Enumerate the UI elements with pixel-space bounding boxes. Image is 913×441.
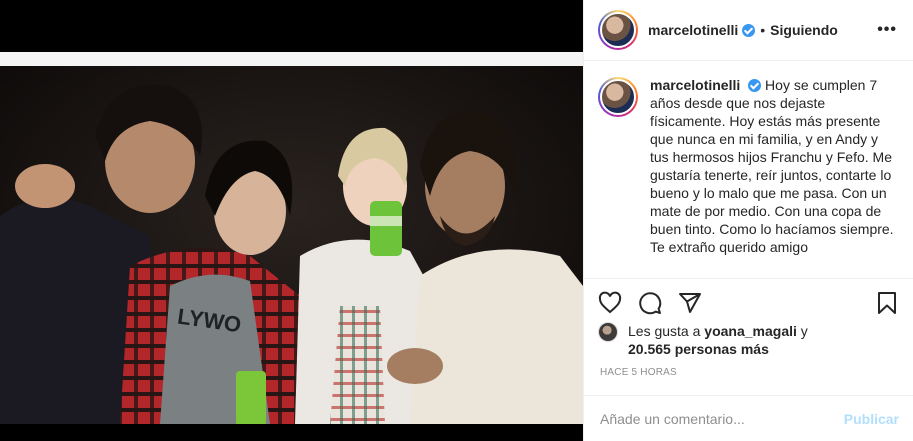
comment-input[interactable] bbox=[600, 410, 844, 427]
caption-area: marcelotinelli Hoy se cumplen 7 años des… bbox=[584, 61, 913, 277]
verified-icon bbox=[742, 23, 756, 37]
post-sidebar: marcelotinelli • Siguiendo ••• marceloti… bbox=[583, 0, 913, 441]
bookmark-icon[interactable] bbox=[875, 291, 899, 315]
share-icon[interactable] bbox=[678, 291, 702, 315]
post-header: marcelotinelli • Siguiendo ••• bbox=[584, 0, 913, 61]
comment-icon[interactable] bbox=[638, 291, 662, 315]
action-bar bbox=[584, 278, 913, 326]
liker-username[interactable]: yoana_magali bbox=[704, 323, 797, 339]
likes-conj: y bbox=[800, 323, 808, 339]
separator-dot: • bbox=[760, 22, 766, 38]
caption-username[interactable]: marcelotinelli bbox=[650, 77, 740, 93]
caption-avatar[interactable] bbox=[598, 77, 638, 117]
liker-avatar[interactable] bbox=[598, 322, 618, 342]
photo-frame: LYWO bbox=[0, 52, 583, 424]
post-photo[interactable]: LYWO bbox=[0, 66, 583, 424]
post-media: LYWO bbox=[0, 0, 583, 441]
instagram-post: LYWO marcelotinelli • Siguiendo ••• marc… bbox=[0, 0, 913, 441]
timestamp[interactable]: HACE 5 HORAS bbox=[600, 367, 677, 378]
likes-prefix: Les gusta a bbox=[628, 323, 701, 339]
publish-button[interactable]: Publicar bbox=[844, 411, 899, 427]
caption-text: Hoy se cumplen 7 años desde que nos deja… bbox=[650, 77, 894, 255]
avatar-image bbox=[600, 12, 636, 48]
more-icon[interactable]: ••• bbox=[877, 21, 897, 39]
heart-icon[interactable] bbox=[598, 291, 622, 315]
caption-avatar-image bbox=[600, 79, 636, 115]
header-username[interactable]: marcelotinelli bbox=[648, 22, 738, 38]
caption: marcelotinelli Hoy se cumplen 7 años des… bbox=[650, 76, 896, 277]
likes-summary: Les gusta a yoana_magali y 20.565 person… bbox=[598, 322, 899, 358]
comment-form: Publicar bbox=[584, 395, 913, 441]
likes-text: Les gusta a yoana_magali y 20.565 person… bbox=[628, 322, 808, 358]
following-button[interactable]: Siguiendo bbox=[770, 22, 838, 38]
likes-count[interactable]: 20.565 personas más bbox=[628, 341, 769, 357]
avatar[interactable] bbox=[598, 10, 638, 50]
caption-verified-icon bbox=[748, 79, 762, 92]
